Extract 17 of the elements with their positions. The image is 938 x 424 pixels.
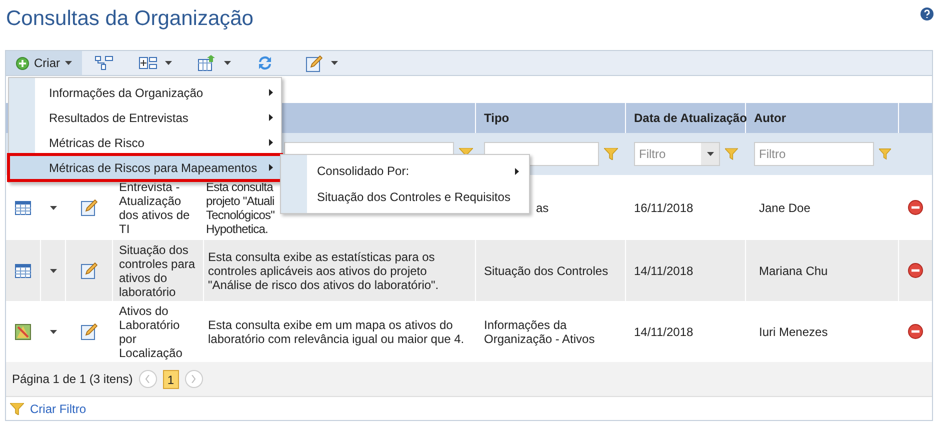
table-cell-text: Ativos do Laboratório por Localização [119, 304, 184, 360]
page-title: Consultas da Organização [6, 6, 254, 32]
table-cell-text: Situação dos controles para ativos do laboratório [119, 242, 196, 298]
table-cell: as [536, 200, 549, 214]
page-summary: Página 1 de 1 (3 itens) [12, 371, 133, 388]
table-cell-text: Entrevista - Atualização dos ativos de TI [119, 180, 191, 236]
table-cell-text: Informações da Organização - Ativos [484, 318, 596, 346]
table-cell-text: 16/11/2018 [634, 200, 694, 216]
table-cell-text: Iuri Menezes [759, 324, 828, 340]
table-cell-text: Jane Doe [759, 200, 810, 216]
table-cell-text: Mariana Chu [759, 262, 828, 280]
table-cell: Esta consulta projeto "Atuali Tecnológicos" Hypothetica. [206, 180, 274, 236]
table-cell-text: 14/11/2018 [634, 324, 694, 340]
table-cell-text: Esta consulta exibe as estatísticas para os controles aplicáveis aos ativos do projeto "Análise de risco dos ativos do laboratório". [208, 250, 440, 292]
table-cell: Situação dos Controles [484, 264, 608, 278]
table-cell-text: 14/11/2018 [634, 262, 694, 280]
table-cell-text: Esta consulta exibe em um mapa os ativos do laboratório com relevância igual ou maior que 4. [208, 318, 466, 346]
